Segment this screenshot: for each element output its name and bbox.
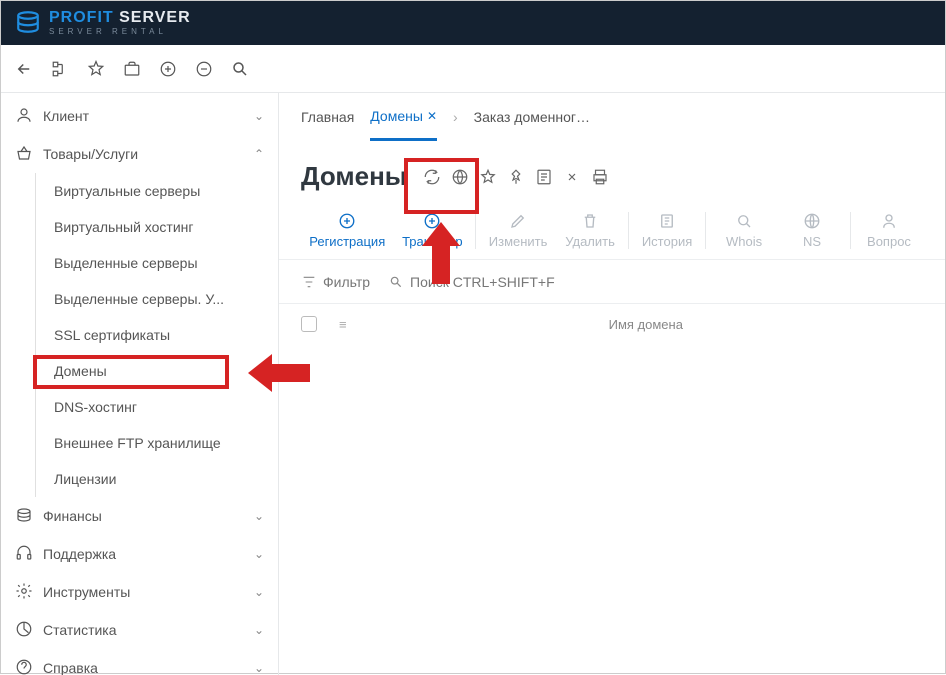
sidebar-item-ssl[interactable]: SSL сертификаты [35, 317, 278, 353]
sidebar-item-dns[interactable]: DNS-хостинг [35, 389, 278, 425]
action-toolbar: Регистрация Трансфер Изменить Удалить Ис… [279, 200, 945, 260]
breadcrumb-domains[interactable]: Домены ✕ [370, 93, 437, 141]
topbar: PROFIT SERVER SERVER RENTAL [1, 1, 945, 45]
nav-help-label: Справка [43, 660, 98, 675]
excel-icon[interactable] [563, 168, 581, 189]
print-icon[interactable] [591, 168, 609, 189]
nav-products-label: Товары/Услуги [43, 146, 138, 162]
nav-help[interactable]: Справка ⌄ [1, 649, 278, 675]
chevron-down-icon: ⌄ [254, 623, 264, 637]
nav-finance-label: Финансы [43, 508, 102, 524]
nav-tools-label: Инструменты [43, 584, 130, 600]
breadcrumb-domains-label: Домены [370, 108, 423, 124]
column-domain-name[interactable]: Имя домена [369, 317, 923, 332]
refresh-icon[interactable] [423, 168, 441, 189]
action-question[interactable]: Вопрос [855, 206, 923, 259]
breadcrumb-home[interactable]: Главная [301, 93, 354, 141]
chevron-down-icon: ⌄ [254, 509, 264, 523]
minus-circle-icon[interactable] [195, 60, 213, 78]
nav-finance[interactable]: Финансы ⌄ [1, 497, 278, 535]
sidebar-item-domains[interactable]: Домены [35, 353, 278, 389]
headset-icon [15, 544, 33, 565]
sidebar-item-hosting[interactable]: Виртуальный хостинг [35, 209, 278, 245]
action-edit[interactable]: Изменить [480, 206, 556, 259]
gear-icon [15, 582, 33, 603]
page-title: Домены [301, 161, 407, 192]
chevron-down-icon: ⌄ [254, 547, 264, 561]
quick-toolbar [1, 45, 945, 93]
table-header: ≡ Имя домена [279, 304, 945, 344]
action-edit-label: Изменить [489, 234, 548, 249]
action-ns-label: NS [803, 234, 821, 249]
chevron-down-icon: ⌄ [254, 585, 264, 599]
close-icon[interactable]: ✕ [427, 109, 437, 123]
action-history-label: История [642, 234, 692, 249]
sidebar: Клиент ⌄ Товары/Услуги ⌃ Виртуальные сер… [1, 93, 279, 675]
action-question-label: Вопрос [867, 234, 911, 249]
export-icon[interactable] [535, 168, 553, 189]
back-button[interactable] [15, 60, 33, 78]
search-icon[interactable] [231, 60, 249, 78]
nav-support[interactable]: Поддержка ⌄ [1, 535, 278, 573]
nav-client-label: Клиент [43, 108, 89, 124]
filter-label: Фильтр [323, 274, 370, 290]
pin-icon[interactable] [507, 168, 525, 189]
chevron-down-icon: ⌄ [254, 661, 264, 675]
help-icon [15, 658, 33, 675]
chevron-down-icon: ⌄ [254, 109, 264, 123]
nav-tools[interactable]: Инструменты ⌄ [1, 573, 278, 611]
sort-icon[interactable]: ≡ [339, 317, 347, 332]
action-ns[interactable]: NS [778, 206, 846, 259]
action-delete-label: Удалить [565, 234, 615, 249]
sidebar-item-ftp[interactable]: Внешнее FTP хранилище [35, 425, 278, 461]
globe-icon[interactable] [451, 168, 469, 189]
breadcrumb-separator: › [453, 109, 458, 125]
briefcase-icon[interactable] [123, 60, 141, 78]
search-field[interactable]: Поиск CTRL+SHIFT+F [388, 274, 555, 290]
nav-stats[interactable]: Статистика ⌄ [1, 611, 278, 649]
brand-logo[interactable]: PROFIT SERVER SERVER RENTAL [15, 9, 191, 38]
chart-icon [15, 620, 33, 641]
action-delete[interactable]: Удалить [556, 206, 624, 259]
main-content: Главная Домены ✕ › Заказ доменног… Домены… [279, 93, 945, 675]
sidebar-item-vps[interactable]: Виртуальные серверы [35, 173, 278, 209]
action-register[interactable]: Регистрация [301, 206, 393, 259]
filter-button[interactable]: Фильтр [301, 274, 370, 290]
chevron-up-icon: ⌃ [254, 147, 264, 161]
sidebar-item-dedicated[interactable]: Выделенные серверы [35, 245, 278, 281]
select-all-checkbox[interactable] [301, 316, 317, 332]
server-icon [15, 9, 41, 38]
annotation-arrow-left [244, 352, 312, 394]
action-whois[interactable]: Whois [710, 206, 778, 259]
breadcrumb-order[interactable]: Заказ доменног… [474, 93, 590, 141]
brand-subtitle: SERVER RENTAL [49, 28, 191, 36]
nav-client[interactable]: Клиент ⌄ [1, 97, 278, 135]
action-register-label: Регистрация [309, 234, 385, 249]
sidebar-item-licenses[interactable]: Лицензии [35, 461, 278, 497]
coins-icon [15, 506, 33, 527]
star-icon[interactable] [87, 60, 105, 78]
action-history[interactable]: История [633, 206, 701, 259]
brand-name-2: SERVER [119, 9, 191, 26]
action-whois-label: Whois [726, 234, 762, 249]
brand-name-1: PROFIT [49, 9, 114, 26]
plus-circle-icon[interactable] [159, 60, 177, 78]
nav-stats-label: Статистика [43, 622, 117, 638]
tree-icon[interactable] [51, 60, 69, 78]
user-icon [15, 106, 33, 127]
breadcrumb: Главная Домены ✕ › Заказ доменног… [279, 93, 945, 141]
filter-bar: Фильтр Поиск CTRL+SHIFT+F [279, 260, 945, 304]
nav-products[interactable]: Товары/Услуги ⌃ [1, 135, 278, 173]
sidebar-item-dedicated-u[interactable]: Выделенные серверы. У... [35, 281, 278, 317]
basket-icon [15, 144, 33, 165]
annotation-arrow-up [420, 218, 462, 286]
nav-support-label: Поддержка [43, 546, 116, 562]
star-icon[interactable] [479, 168, 497, 189]
